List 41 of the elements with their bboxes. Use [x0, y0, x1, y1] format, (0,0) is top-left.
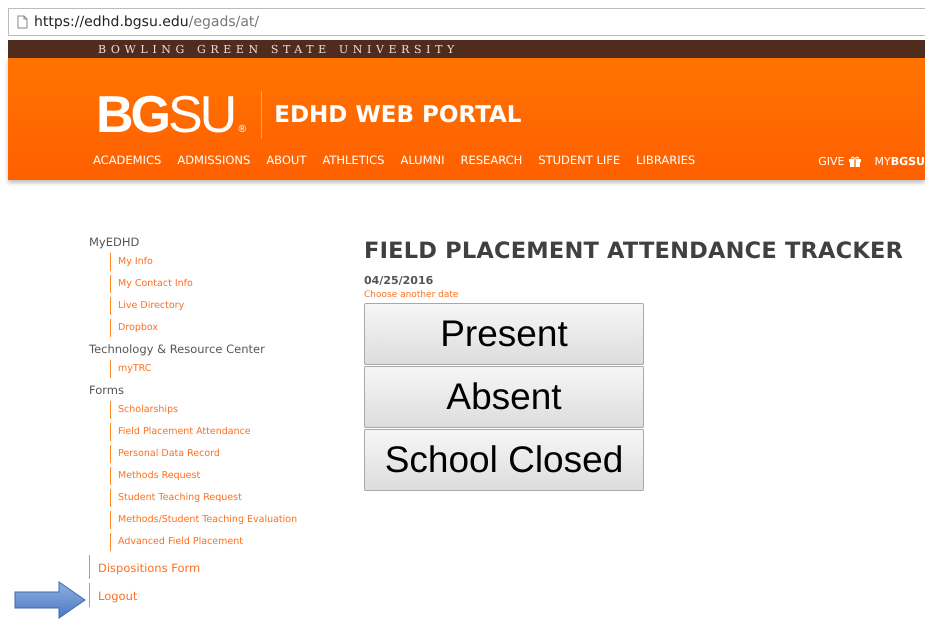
menu-link[interactable]: Dropbox	[110, 319, 158, 337]
nav-link[interactable]: ALUMNI	[400, 153, 444, 167]
attendance-button[interactable]: School Closed	[364, 429, 644, 491]
registered-mark: ®	[237, 124, 248, 135]
menu-link[interactable]: Field Placement Attendance	[110, 423, 251, 441]
page-icon	[17, 15, 28, 29]
menu-link[interactable]: myTRC	[110, 360, 152, 378]
nav-link[interactable]: ABOUT	[266, 153, 306, 167]
nav-link[interactable]: ACADEMICS	[93, 153, 162, 167]
menu-link[interactable]: My Contact Info	[110, 275, 193, 293]
menu-heading: MyEDHD	[89, 235, 140, 249]
menu-link[interactable]: Student Teaching Request	[110, 489, 242, 507]
university-name: BOWLING GREEN STATE UNIVERSITY	[98, 42, 459, 56]
logo[interactable]: BGSU	[96, 89, 234, 141]
menu-link[interactable]: Methods Request	[110, 467, 200, 485]
menu-link[interactable]: Logout	[98, 589, 138, 603]
attendance-button[interactable]: Absent	[364, 366, 644, 428]
attendance-button[interactable]: Present	[364, 303, 644, 365]
gift-icon	[848, 156, 860, 167]
page-title: FIELD PLACEMENT ATTENDANCE TRACKER	[364, 238, 904, 264]
url-text: https://edhd.bgsu.edu/egads/at/	[34, 14, 260, 30]
menu-heading: Forms	[89, 383, 125, 397]
mybgsu-link[interactable]: MYBGSU	[874, 155, 925, 168]
portal-title: EDHD WEB PORTAL	[274, 102, 522, 128]
nav-link[interactable]: ATHLETICS	[322, 153, 384, 167]
nav-link[interactable]: ADMISSIONS	[177, 153, 250, 167]
give-link[interactable]: GIVE	[818, 155, 844, 168]
nav-link[interactable]: STUDENT LIFE	[538, 153, 620, 167]
nav-link[interactable]: LIBRARIES	[636, 153, 696, 167]
menu-link[interactable]: Scholarships	[110, 401, 178, 419]
date-text: 04/25/2016	[364, 274, 434, 287]
choose-date-link[interactable]: Choose another date	[364, 290, 458, 300]
address-bar[interactable]: https://edhd.bgsu.edu/egads/at/	[8, 8, 925, 36]
menu-link[interactable]: Live Directory	[110, 297, 184, 315]
menu-link[interactable]: Advanced Field Placement	[110, 533, 243, 551]
menu-link[interactable]: My Info	[110, 253, 153, 271]
menu-link[interactable]: Dispositions Form	[98, 561, 200, 575]
menu-link[interactable]: Personal Data Record	[110, 445, 220, 463]
nav-link[interactable]: RESEARCH	[460, 153, 522, 167]
menu-heading: Technology & Resource Center	[89, 342, 266, 356]
menu-link[interactable]: Methods/Student Teaching Evaluation	[110, 511, 298, 529]
